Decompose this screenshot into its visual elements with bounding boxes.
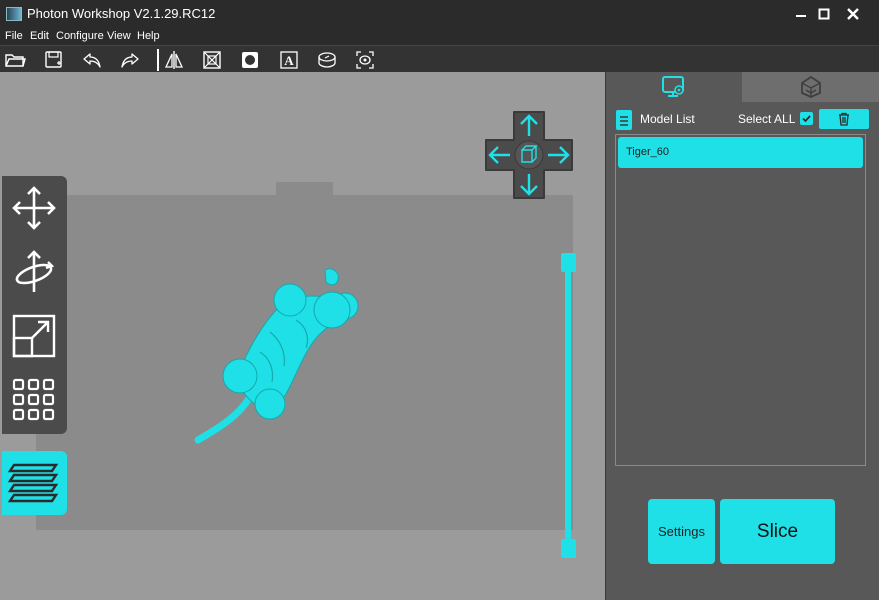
rotate-icon[interactable]: [10, 248, 58, 296]
select-all-label: Select ALL: [738, 112, 796, 126]
app-logo-icon: [6, 7, 22, 21]
repair-icon[interactable]: [354, 49, 376, 71]
model-name: Tiger_60: [626, 146, 670, 158]
window-title: Photon Workshop V2.1.29.RC12: [27, 6, 216, 21]
layer-slider-top-handle[interactable]: [561, 253, 576, 272]
mirror-icon[interactable]: [163, 49, 185, 71]
transform-tool-palette: [2, 176, 67, 434]
settings-button[interactable]: Settings: [648, 499, 715, 564]
tab-supports[interactable]: [742, 72, 879, 102]
list-item[interactable]: Tiger_60: [618, 137, 863, 168]
scale-icon[interactable]: [10, 312, 58, 360]
menu-view[interactable]: View: [107, 30, 131, 42]
view-navigation-pad: [485, 111, 573, 199]
menu-edit[interactable]: Edit: [30, 30, 49, 42]
menu-bar: File Edit Configure View Help: [0, 28, 879, 45]
close-icon[interactable]: [842, 3, 864, 25]
title-bar: Photon Workshop V2.1.29.RC12: [0, 0, 879, 28]
hollow-icon[interactable]: [201, 49, 223, 71]
delete-button[interactable]: [819, 109, 869, 129]
model-settings-icon: [662, 76, 684, 97]
svg-text:A: A: [284, 53, 294, 68]
model-list[interactable]: Tiger_60: [615, 134, 866, 466]
model-list-title: Model List: [640, 112, 695, 126]
layers-icon[interactable]: [2, 451, 67, 515]
toolbar-divider: [157, 49, 159, 71]
undo-icon[interactable]: [81, 49, 103, 71]
menu-configure[interactable]: Configure: [56, 30, 104, 42]
select-all-checkbox[interactable]: [800, 112, 813, 125]
open-folder-icon[interactable]: [4, 49, 26, 71]
model-list-icon: [616, 110, 632, 130]
view-cube-icon[interactable]: [514, 140, 544, 170]
menu-help[interactable]: Help: [137, 30, 160, 42]
save-icon[interactable]: [43, 49, 65, 71]
punch-hole-icon[interactable]: [239, 49, 261, 71]
trash-icon: [839, 112, 849, 126]
minimize-icon[interactable]: [790, 3, 812, 25]
redo-icon[interactable]: [119, 49, 141, 71]
text-icon[interactable]: A: [278, 49, 300, 71]
menu-file[interactable]: File: [5, 30, 23, 42]
slice-button[interactable]: Slice: [720, 499, 835, 564]
layer-slider-track[interactable]: [565, 262, 571, 544]
layer-slider-bottom-handle[interactable]: [561, 539, 576, 558]
maximize-icon[interactable]: [813, 3, 835, 25]
tab-model-settings[interactable]: [606, 72, 742, 102]
cut-icon[interactable]: [316, 49, 338, 71]
supports-icon: [800, 75, 821, 98]
build-plate-tab: [276, 182, 333, 196]
arrange-icon[interactable]: [10, 376, 58, 424]
model-tiger[interactable]: [190, 262, 380, 452]
move-icon[interactable]: [10, 184, 58, 232]
right-panel: Model List Select ALL Tiger_60 Settings …: [606, 72, 879, 600]
toolbar: A: [0, 45, 879, 72]
